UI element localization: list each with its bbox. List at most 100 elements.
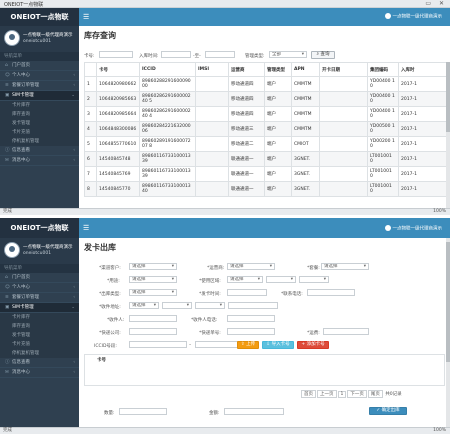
sidebar-item-orders[interactable]: ≡ 套餐订单管理 ‹ [0,81,79,91]
sidebar-sub-suspend[interactable]: 停机复机管理 [0,349,79,358]
sidebar-sub-issue[interactable]: 发卡管理 [0,331,79,340]
table-cell: 端户 [264,106,292,122]
sidebar-sub-stock-query[interactable]: 库存查询 [0,110,79,119]
import-cards-button[interactable]: ⇩ 导入卡号 [262,341,294,349]
intime-start-input[interactable] [161,51,191,58]
info-icon: ⓘ [5,360,10,365]
carrier-select[interactable]: 请选择 [227,263,275,270]
region-label: *使用区域: [199,279,221,284]
zoom-level[interactable]: 100% [433,209,446,215]
quantity-label: 数量: [104,411,115,416]
table-row[interactable]: 1 1064820980662 8986028829160009000 移动通道四 端户… [84,76,450,92]
sidebar-sub-suspend[interactable]: 停机复机管理 [0,137,79,146]
sidebar-item-profile[interactable]: ☺ 个人中心 ‹ [0,71,79,81]
table-scrollbar[interactable] [446,62,450,208]
table-cell [195,151,229,167]
menu-toggle-icon[interactable]: ☰ [83,13,89,21]
to-label: -至- [193,54,201,59]
sidebar-item-info[interactable]: ⓘ 信息查看 ‹ [0,358,79,368]
table-row[interactable]: 5 1064855770610 8986028919160007207 8 移动通道二… [84,136,450,152]
scrollbar-thumb[interactable] [446,62,450,132]
avatar [4,30,20,46]
table-cell: 8 [84,181,97,197]
table-row[interactable]: 2 1064820985663 8986028629160000240 5 移动通道四… [84,91,450,107]
sim-icon: ▣ [5,93,10,98]
zoom-level[interactable]: 100% [433,428,446,434]
confirm-outbound-button[interactable]: ✓ 确定出库 [369,407,407,415]
recipient-phone-input[interactable] [227,315,275,322]
phone-input[interactable] [307,289,355,296]
profile-id: oneiotcu001 [23,251,52,256]
sidebar-sub-recharge[interactable]: 卡片充值 [0,340,79,349]
iccid-start-input[interactable] [129,341,187,348]
address-district-select[interactable] [195,302,225,309]
region-select[interactable]: 请选择 [227,276,263,283]
table-row[interactable]: 6 14540845748 8986011673310001339 联通通道一 端户 3G… [84,151,450,167]
table-row[interactable]: 7 14540845769 8986011673310001339 联通通道一 端户 3G… [84,166,450,182]
pager-prev[interactable]: 上一页 [317,390,337,398]
card-number-input[interactable] [99,51,133,58]
sidebar-item-info[interactable]: ⓘ 信息查看 ‹ [0,146,79,156]
page-scrollbar[interactable] [446,238,450,427]
address-province-select[interactable]: 请选择 [129,302,159,309]
sidebar-sub-issue[interactable]: 发卡管理 [0,119,79,128]
brand-logo[interactable]: ONEIOT一点物联 [0,218,79,238]
status-bar: 完成 100% [0,208,450,215]
sidebar-sub-card-stock[interactable]: 卡片库存 [0,313,79,322]
channel-customer-select[interactable]: 请选择 [129,263,177,270]
courier-input[interactable] [129,328,177,335]
address-city-select[interactable] [162,302,192,309]
sidebar-sub-recharge[interactable]: 卡片充值 [0,128,79,137]
region-district-select[interactable] [299,276,329,283]
mgmt-type-select[interactable]: 全部 [269,51,307,58]
pager-last[interactable]: 尾页 [367,390,383,398]
add-cards-button[interactable]: + 添加卡号 [297,341,329,349]
search-button[interactable]: ⌕ 查询 [311,51,335,59]
window-controls[interactable]: ▭ ✕ [425,0,447,7]
sidebar-item-messages[interactable]: ✉ 消息中心 ‹ [0,156,79,166]
user-menu[interactable]: 一点物联一级代理商演示 [384,13,442,20]
sidebar-item-sim[interactable]: ▣ SIM卡管理 ⌄ [0,303,79,313]
sidebar-item-home[interactable]: ⌂ 门户首页 [0,273,79,283]
table-cell: 2017-1 [398,181,450,197]
table-row[interactable]: 3 1064820985664 8986028629160000240 4 移动通道四… [84,106,450,122]
issue-time-input[interactable] [227,289,267,296]
sidebar-item-home[interactable]: ⌂ 门户首页 [0,61,79,71]
freight-input[interactable] [323,328,369,335]
recipient-input[interactable] [129,315,177,322]
table-cell: CMMTM [291,76,320,92]
user-menu[interactable]: 一点物联一级代理商演示 [384,225,442,232]
sidebar-item-profile[interactable]: ☺ 个人中心 ‹ [0,283,79,293]
table-cell: 移动通道三 [228,121,265,137]
address-detail-input[interactable] [228,302,278,309]
upload-button[interactable]: ⇧ 上传 [237,341,259,349]
sidebar-sub-stock-query[interactable]: 库存查询 [0,322,79,331]
sidebar-sub-card-stock[interactable]: 卡片库存 [0,101,79,110]
amount-input[interactable] [224,408,284,415]
pager-next[interactable]: 下一页 [347,390,367,398]
tracking-input[interactable] [227,328,275,335]
table-cell: 2017-1 [398,106,450,122]
main-content: 库存查询 卡号: 入库时间: -至- 管理类型: 全部 ⌕ 查询 卡号ICCID… [79,26,450,208]
table-row[interactable]: 8 14540845770 8986011673310001340 联通通道一 端户 3G… [84,181,450,197]
intime-end-input[interactable] [205,51,235,58]
usage-select[interactable]: 请选择 [129,276,177,283]
pager-current[interactable]: 1 [337,391,347,398]
table-cell: 联通通道一 [228,181,265,197]
quantity-input[interactable] [119,408,167,415]
sidebar-item-messages[interactable]: ✉ 消息中心 ‹ [0,368,79,378]
region-city-select[interactable] [266,276,296,283]
table-cell: YD00400 10 [367,106,399,122]
package-select[interactable]: 请选择 [321,263,369,270]
outbound-type-select[interactable]: 请选择 [129,289,177,296]
sidebar-item-orders[interactable]: ≡ 套餐订单管理 ‹ [0,293,79,303]
brand-logo[interactable]: ONEIOT一点物联 [0,8,79,26]
sidebar-item-sim[interactable]: ▣ SIM卡管理 ⌄ [0,91,79,101]
pager-first[interactable]: 首页 [301,390,316,398]
table-cell [319,166,368,182]
table-row[interactable]: 4 1064848300086 8986028422163200006 移动通道三 端户… [84,121,450,137]
table-header-cell: 开卡日期 [319,62,368,77]
table-cell: 1064820985664 [96,106,140,122]
menu-toggle-icon[interactable]: ☰ [83,224,89,232]
scrollbar-thumb[interactable] [446,242,450,362]
